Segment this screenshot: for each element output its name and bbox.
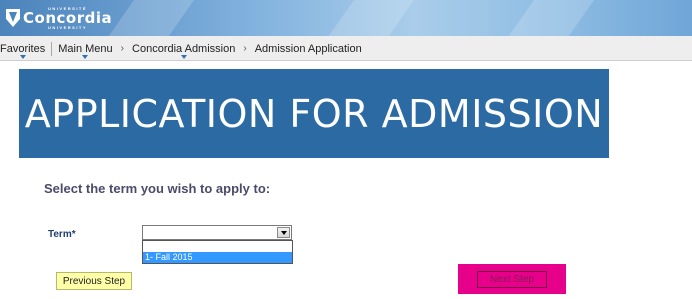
nav-concordia-admission-label: Concordia Admission xyxy=(132,43,236,55)
nav-main-menu-label: Main Menu xyxy=(58,43,113,55)
nav-divider xyxy=(51,42,53,56)
decorative-streak xyxy=(491,0,609,36)
logo-name: Concordia xyxy=(23,8,113,27)
term-select[interactable] xyxy=(142,225,292,240)
breadcrumb-separator-icon: › xyxy=(120,43,125,54)
nav-favorites[interactable]: Favorites xyxy=(0,36,46,59)
nav-main-menu[interactable]: Main Menu xyxy=(58,36,113,59)
decorative-streak xyxy=(311,0,429,36)
next-step-button[interactable]: Next Step xyxy=(458,264,566,294)
nav-admission-application-label: Admission Application xyxy=(254,43,362,55)
shield-icon xyxy=(6,9,20,27)
nav-admission-application[interactable]: Admission Application xyxy=(255,36,362,55)
logo-wordmark: UNIVERSITÉ Concordia UNIVERSITY xyxy=(23,6,113,30)
chevron-down-icon xyxy=(180,55,187,59)
page-title: APPLICATION FOR ADMISSION xyxy=(24,91,604,136)
dropdown-arrow-icon[interactable] xyxy=(277,227,290,238)
term-prompt: Select the term you wish to apply to: xyxy=(44,181,271,196)
term-dropdown-list: 1- Fall 2015 xyxy=(142,240,293,264)
top-brand-bar: UNIVERSITÉ Concordia UNIVERSITY xyxy=(0,0,692,36)
next-step-label: Next Step xyxy=(477,270,547,288)
concordia-logo[interactable]: UNIVERSITÉ Concordia UNIVERSITY xyxy=(6,5,112,31)
breadcrumb-separator-icon: › xyxy=(243,43,247,54)
term-label: Term* xyxy=(48,229,76,240)
chevron-down-icon xyxy=(19,55,26,59)
previous-step-button[interactable]: Previous Step xyxy=(56,272,132,290)
term-option-fall-2015[interactable]: 1- Fall 2015 xyxy=(143,252,292,263)
title-banner: APPLICATION FOR ADMISSION xyxy=(19,69,609,158)
logo-small-bottom: UNIVERSITY xyxy=(48,24,88,30)
navigation-bar: Favorites Main Menu › Concordia Admissio… xyxy=(0,36,692,61)
nav-concordia-admission[interactable]: Concordia Admission xyxy=(132,36,236,59)
chevron-down-icon xyxy=(82,55,89,59)
term-option-blank[interactable] xyxy=(143,241,292,252)
nav-favorites-label: Favorites xyxy=(0,43,46,55)
